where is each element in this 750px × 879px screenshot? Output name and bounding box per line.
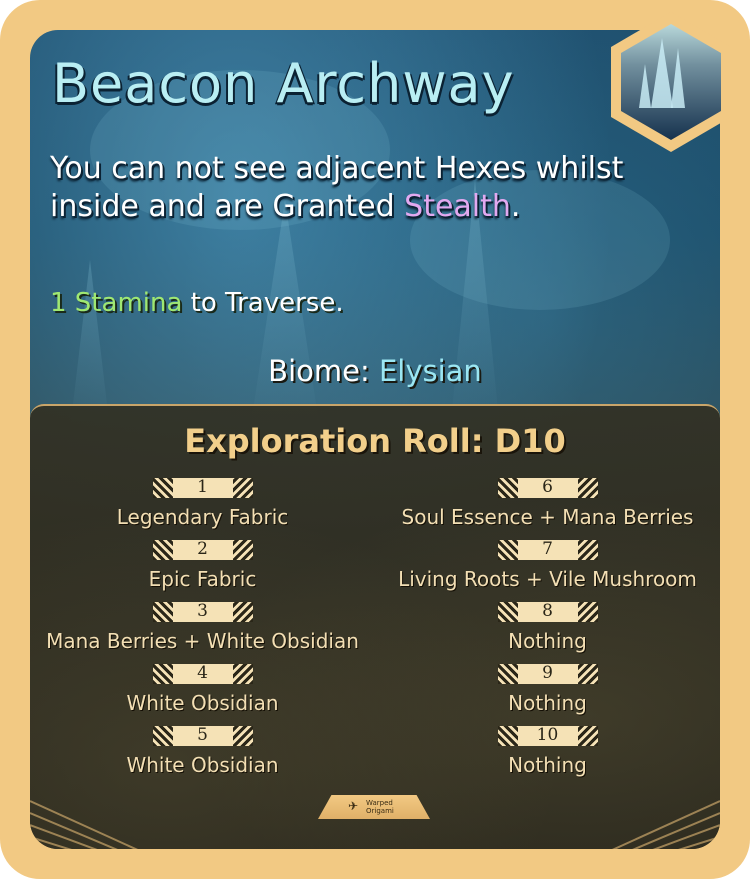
roll-number-badge: 2 bbox=[152, 539, 253, 560]
exploration-roll-title: Exploration Roll: D10 bbox=[184, 422, 566, 460]
exploration-panel: Exploration Roll: D10 1 Legendary Fabric … bbox=[30, 404, 720, 849]
roll-entry: 3 Mana Berries + White Obsidian bbox=[30, 600, 375, 662]
publisher-line2: Origami bbox=[366, 807, 394, 815]
roll-number-badge: 3 bbox=[152, 601, 253, 622]
hatch-icon bbox=[232, 540, 253, 560]
roll-number-badge: 9 bbox=[497, 663, 598, 684]
roll-result: Nothing bbox=[508, 629, 587, 653]
card-art: Beacon Archway You can not see adjacent … bbox=[30, 30, 720, 849]
crystal-spire bbox=[671, 48, 685, 108]
hatch-icon bbox=[577, 726, 598, 746]
hatch-icon bbox=[577, 664, 598, 684]
corner-ornament-icon bbox=[611, 800, 720, 849]
roll-result: Nothing bbox=[508, 691, 587, 715]
crystal-spire bbox=[651, 38, 673, 108]
roll-result: Mana Berries + White Obsidian bbox=[46, 629, 359, 653]
roll-entry: 8 Nothing bbox=[375, 600, 720, 662]
roll-number-badge: 1 bbox=[152, 477, 253, 498]
traverse-text: to Traverse. bbox=[182, 288, 344, 318]
hatch-icon bbox=[577, 478, 598, 498]
roll-result: Living Roots + Vile Mushroom bbox=[398, 567, 697, 591]
exploration-card: Beacon Archway You can not see adjacent … bbox=[0, 0, 750, 879]
card-title: Beacon Archway bbox=[52, 52, 515, 115]
hatch-icon bbox=[232, 726, 253, 746]
hatch-icon bbox=[232, 478, 253, 498]
roll-entry: 6 Soul Essence + Mana Berries bbox=[375, 476, 720, 538]
roll-number-badge: 6 bbox=[497, 477, 598, 498]
roll-number-badge: 8 bbox=[497, 601, 598, 622]
hatch-icon bbox=[232, 602, 253, 622]
roll-entry: 4 White Obsidian bbox=[30, 662, 375, 724]
roll-result: Nothing bbox=[508, 753, 587, 777]
hatch-icon bbox=[232, 664, 253, 684]
publisher-name: Warped Origami bbox=[366, 799, 394, 815]
corner-ornament-icon bbox=[30, 800, 139, 849]
hatch-icon bbox=[577, 602, 598, 622]
roll-column-left: 1 Legendary Fabric 2 Epic Fabric 3 Mana Ber… bbox=[30, 476, 375, 786]
roll-result: Legendary Fabric bbox=[116, 505, 289, 529]
biome-value: Elysian bbox=[378, 354, 482, 388]
crystal-spire bbox=[639, 64, 651, 108]
roll-entry: 1 Legendary Fabric bbox=[30, 476, 375, 538]
stamina-keyword: 1 Stamina bbox=[50, 288, 183, 318]
roll-entry: 10 Nothing bbox=[375, 724, 720, 786]
roll-number-badge: 7 bbox=[497, 539, 598, 560]
roll-number-badge: 5 bbox=[152, 725, 253, 746]
roll-entry: 7 Living Roots + Vile Mushroom bbox=[375, 538, 720, 600]
roll-entry: 2 Epic Fabric bbox=[30, 538, 375, 600]
roll-number-badge: 4 bbox=[152, 663, 253, 684]
publisher-line1: Warped bbox=[366, 799, 393, 807]
origami-crane-icon: ✈ bbox=[348, 799, 359, 813]
roll-result: Soul Essence + Mana Berries bbox=[401, 505, 694, 529]
roll-result: White Obsidian bbox=[126, 691, 279, 715]
biome-label: Biome: bbox=[268, 354, 379, 388]
roll-result: Epic Fabric bbox=[148, 567, 257, 591]
card-description: You can not see adjacent Hexes whilst in… bbox=[50, 150, 670, 226]
hex-art bbox=[621, 24, 721, 140]
roll-entry: 9 Nothing bbox=[375, 662, 720, 724]
roll-column-right: 6 Soul Essence + Mana Berries 7 Living Roo… bbox=[375, 476, 720, 786]
publisher-logo: ✈ Warped Origami bbox=[318, 795, 430, 819]
biome-line: Biome: Elysian bbox=[30, 354, 720, 388]
description-end: . bbox=[510, 189, 521, 224]
traverse-cost: 1 Stamina to Traverse. bbox=[50, 288, 344, 318]
stealth-keyword: Stealth bbox=[404, 189, 511, 224]
roll-number-badge: 10 bbox=[497, 725, 598, 746]
description-text: You can not see adjacent Hexes whilst in… bbox=[50, 151, 624, 224]
roll-result: White Obsidian bbox=[126, 753, 279, 777]
hatch-icon bbox=[577, 540, 598, 560]
roll-entry: 5 White Obsidian bbox=[30, 724, 375, 786]
